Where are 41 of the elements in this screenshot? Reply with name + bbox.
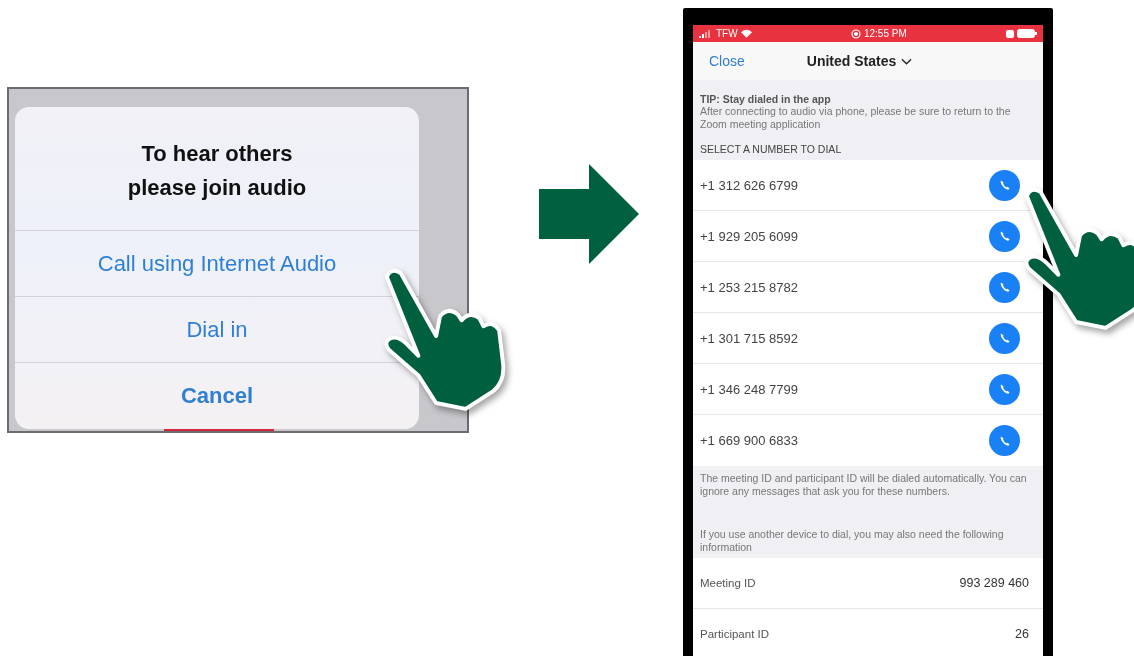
- info-label: Participant ID: [700, 628, 770, 640]
- status-time: 12:55 PM: [863, 28, 907, 39]
- phone-number: +1 929 205 6099: [700, 228, 798, 244]
- dialog-option[interactable]: Cancel: [178, 379, 256, 413]
- right-arrow-icon: [539, 164, 639, 264]
- phone-icon: [998, 179, 1011, 191]
- phone-number: +1 312 626 6799: [700, 177, 798, 193]
- section-header: SELECT A NUMBER TO DIAL: [700, 143, 843, 157]
- dialog-option[interactable]: Dial in: [184, 312, 250, 347]
- phone-icon: [998, 332, 1011, 344]
- call-button[interactable]: [989, 169, 1020, 201]
- tip-text: After connecting to audio via phone, please be sure to return to the Zoom meeting application: [700, 105, 1012, 131]
- info-note: The meeting ID and participant ID will be dialed automatically. You can ignore any messages that ask you for these numbers.: [700, 472, 1028, 498]
- phone-number: +1 253 215 8782: [700, 279, 798, 295]
- phone-icon: [998, 434, 1011, 447]
- wifi-icon: [740, 29, 752, 38]
- tip-title: TIP: Stay dialed in the app: [700, 93, 832, 105]
- chevron-down-icon: [901, 57, 913, 65]
- battery-icon: [1017, 29, 1037, 38]
- info-label: Meeting ID: [700, 577, 756, 589]
- phone-icon: [998, 281, 1011, 293]
- signal-icon: [699, 29, 713, 38]
- info-value: 993 289 460: [959, 576, 1029, 590]
- info-value: 26: [1015, 627, 1029, 641]
- carrier-label: TFW: [716, 28, 738, 39]
- phone-number: +1 669 900 6833: [700, 433, 798, 448]
- info-note: If you use another device to dial, you may also need the following information: [700, 528, 1005, 554]
- call-button[interactable]: [989, 271, 1020, 303]
- country-selector[interactable]: United States: [800, 52, 919, 70]
- phone-number: +1 346 248 7799: [700, 381, 798, 397]
- call-button[interactable]: [989, 322, 1020, 354]
- phone-icon: [998, 230, 1011, 242]
- call-button[interactable]: [989, 373, 1020, 405]
- call-button[interactable]: [989, 425, 1020, 456]
- call-button[interactable]: [989, 220, 1020, 252]
- dialog-title: To hear others please join audio: [15, 107, 419, 231]
- recording-icon: [850, 28, 861, 39]
- phone-icon: [998, 383, 1011, 395]
- phone-number: +1 301 715 8592: [700, 330, 798, 346]
- dialog-option[interactable]: Call using Internet Audio: [95, 246, 339, 281]
- close-button[interactable]: Close: [703, 52, 751, 70]
